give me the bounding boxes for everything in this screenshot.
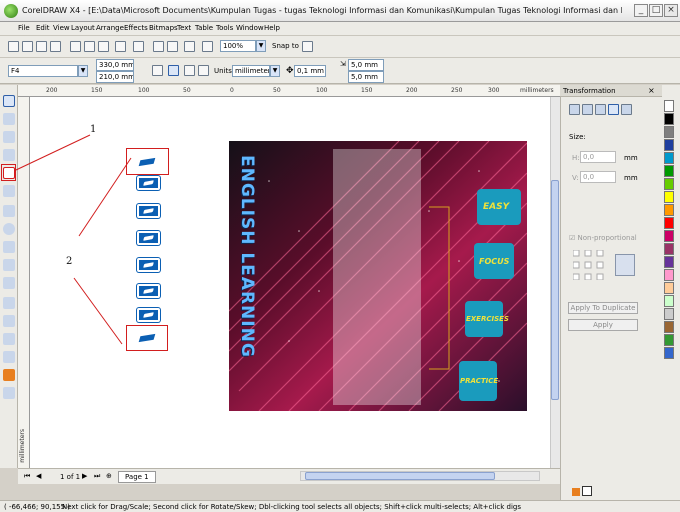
size-v-field[interactable]: 0,0	[580, 171, 616, 183]
artwork-title: ENGLISH LEARNING	[237, 155, 257, 358]
add-page-icon[interactable]: ⊕	[106, 472, 112, 480]
last-page-icon[interactable]: ⏭	[94, 472, 100, 481]
color-swatch[interactable]	[664, 126, 674, 138]
color-swatch[interactable]	[664, 282, 674, 294]
color-swatch[interactable]	[664, 100, 674, 112]
transform-preview-icon	[615, 254, 635, 276]
v-unit-label: mm	[624, 174, 638, 182]
transformation-docker	[560, 85, 662, 500]
annotation-line-2b	[73, 277, 123, 345]
color-swatch[interactable]	[664, 243, 674, 255]
blue-button-shape[interactable]	[137, 231, 160, 245]
menu-easy-label: EASY	[483, 202, 510, 212]
non-proportional-label: Non-proportional	[577, 234, 637, 242]
annotation-number-1: 1	[90, 124, 97, 135]
no-fill-swatch-icon	[582, 486, 592, 496]
page-count: 1 of 1	[60, 473, 81, 481]
menu-exercises-label: EXERCISES	[466, 315, 509, 323]
scale-mirror-icon[interactable]	[595, 104, 606, 115]
anchor-grid[interactable]	[572, 249, 607, 281]
color-swatch[interactable]	[664, 165, 674, 177]
position-icon[interactable]	[569, 104, 580, 115]
color-swatch[interactable]	[664, 230, 674, 242]
docker-title: Transformation	[563, 87, 616, 95]
skew-icon[interactable]	[621, 104, 632, 115]
freehand-button-shape	[138, 157, 156, 167]
color-swatch[interactable]	[664, 295, 674, 307]
color-swatch[interactable]	[664, 347, 674, 359]
docker-title-bar: Transformation ×	[560, 85, 662, 97]
h-label: H:	[572, 154, 580, 162]
blue-button-shape[interactable]	[137, 284, 160, 298]
size-label: Size:	[569, 133, 586, 141]
status-bar: ( -66,466; 90,155 ) Next click for Drag/…	[0, 500, 680, 512]
freehand-button-shape	[138, 333, 156, 343]
color-swatch[interactable]	[664, 217, 674, 229]
annotation-line-2a	[78, 157, 132, 237]
menu-focus-label: FOCUS	[479, 257, 510, 266]
color-swatch[interactable]	[664, 256, 674, 268]
non-proportional-checkbox[interactable]: ☑ Non-proportional	[569, 234, 637, 242]
annotation-line-1	[15, 134, 91, 171]
cursor-coordinates: ( -66,466; 90,155 )	[4, 503, 71, 511]
apply-to-duplicate-button[interactable]: Apply To Duplicate	[568, 302, 638, 314]
freehand-tool-highlight	[1, 164, 16, 181]
color-swatch[interactable]	[664, 204, 674, 216]
annotation-box-top	[126, 148, 169, 175]
menu-exercises-button[interactable]: EXERCISES	[465, 301, 521, 345]
blue-button-shape[interactable]	[137, 258, 160, 272]
fill-indicator-icon	[572, 488, 580, 496]
v-label: V:	[572, 174, 579, 182]
color-swatch[interactable]	[664, 178, 674, 190]
annotation-box-bottom	[126, 325, 168, 351]
color-swatch[interactable]	[664, 321, 674, 333]
next-page-icon[interactable]: ▶	[82, 472, 87, 480]
first-page-icon[interactable]: ⏮	[24, 472, 30, 481]
apply-button[interactable]: Apply	[568, 319, 638, 331]
size-h-field[interactable]: 0,0	[580, 151, 616, 163]
h-unit-label: mm	[624, 154, 638, 162]
size-icon[interactable]	[608, 104, 619, 115]
color-swatch[interactable]	[664, 139, 674, 151]
horizontal-scroll-thumb[interactable]	[305, 472, 495, 480]
blue-button-shape[interactable]	[137, 176, 160, 190]
annotation-number-2: 2	[66, 256, 73, 267]
color-swatch[interactable]	[664, 269, 674, 281]
previous-page-icon[interactable]: ◀	[36, 472, 41, 480]
menu-focus-button[interactable]: FOCUS	[474, 243, 527, 287]
page-tab[interactable]: Page 1	[118, 471, 156, 483]
menu-practice-button[interactable]: PRACTICE	[459, 361, 515, 405]
color-swatch[interactable]	[664, 113, 674, 125]
menu-easy-button[interactable]: EASY	[477, 189, 527, 233]
color-swatch[interactable]	[664, 308, 674, 320]
blue-button-shape[interactable]	[137, 204, 160, 218]
anchor-points	[572, 249, 604, 281]
color-swatch[interactable]	[664, 334, 674, 346]
rotate-icon[interactable]	[582, 104, 593, 115]
cover-artwork[interactable]: ENGLISH LEARNING EASY FOCUS EXERCISES PR…	[229, 141, 527, 411]
status-hint: Next click for Drag/Scale; Second click …	[62, 503, 521, 511]
vertical-scroll-thumb[interactable]	[551, 180, 559, 400]
color-swatch[interactable]	[664, 152, 674, 164]
docker-close-icon[interactable]: ×	[648, 86, 655, 95]
blue-button-shape[interactable]	[137, 308, 160, 322]
color-swatch[interactable]	[664, 191, 674, 203]
menu-practice-label: PRACTICE	[460, 377, 499, 385]
